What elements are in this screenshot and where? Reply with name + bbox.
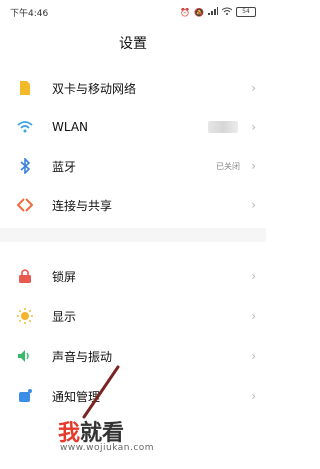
watermark: 我就看 www.wojiukan.com [54,415,214,455]
wifi-icon [221,7,233,17]
settings-item-connection-share[interactable]: 连接与共享 › [0,185,266,225]
settings-item-label: 锁屏 [52,269,77,284]
page-title: 设置 [119,36,147,52]
settings-item-sound[interactable]: 声音与振动 › [0,336,266,376]
settings-item-sim[interactable]: 双卡与移动网络 › [0,68,266,108]
chevron-right-icon: › [251,389,256,403]
lock-icon [16,267,34,285]
alarm-icon: ⏰ [180,7,191,17]
settings-item-lockscreen[interactable]: 锁屏 › [0,256,266,296]
watermark-url: www.wojiukan.com [60,443,155,453]
settings-item-bluetooth[interactable]: 蓝牙 已关闭 › [0,146,266,186]
connection-share-icon [16,196,34,214]
settings-item-notifications[interactable]: 通知管理 › [0,376,266,416]
settings-item-label: 双卡与移动网络 [52,81,137,96]
wifi-icon [16,118,34,136]
settings-item-label: 连接与共享 [52,198,113,213]
section-divider [0,228,266,242]
bluetooth-icon [16,157,34,175]
signal-icon [208,7,218,17]
settings-item-label: 声音与振动 [52,349,113,364]
settings-item-label: 显示 [52,309,77,324]
chevron-right-icon: › [251,269,256,283]
settings-item-label: 蓝牙 [52,159,77,174]
chevron-right-icon: › [251,159,256,173]
sound-icon [16,347,34,365]
settings-item-display[interactable]: 显示 › [0,296,266,336]
battery-icon: 54 [236,7,256,17]
status-icons: ⏰ 🔕 54 [180,7,256,17]
chevron-right-icon: › [251,120,256,134]
bluetooth-status: 已关闭 [216,161,240,171]
chevron-right-icon: › [251,309,256,323]
mute-icon: 🔕 [194,7,204,17]
wlan-network-name-blurred [208,121,238,133]
chevron-right-icon: › [251,349,256,363]
sim-card-icon [16,79,34,97]
status-time: 下午4:46 [10,8,49,19]
chevron-right-icon: › [251,81,256,95]
settings-item-label: WLAN [52,120,89,134]
notification-icon [16,387,34,405]
status-bar: 下午4:46 ⏰ 🔕 54 [0,0,266,24]
chevron-right-icon: › [251,198,256,212]
display-sun-icon [16,307,34,325]
settings-item-wlan[interactable]: WLAN › [0,107,266,147]
